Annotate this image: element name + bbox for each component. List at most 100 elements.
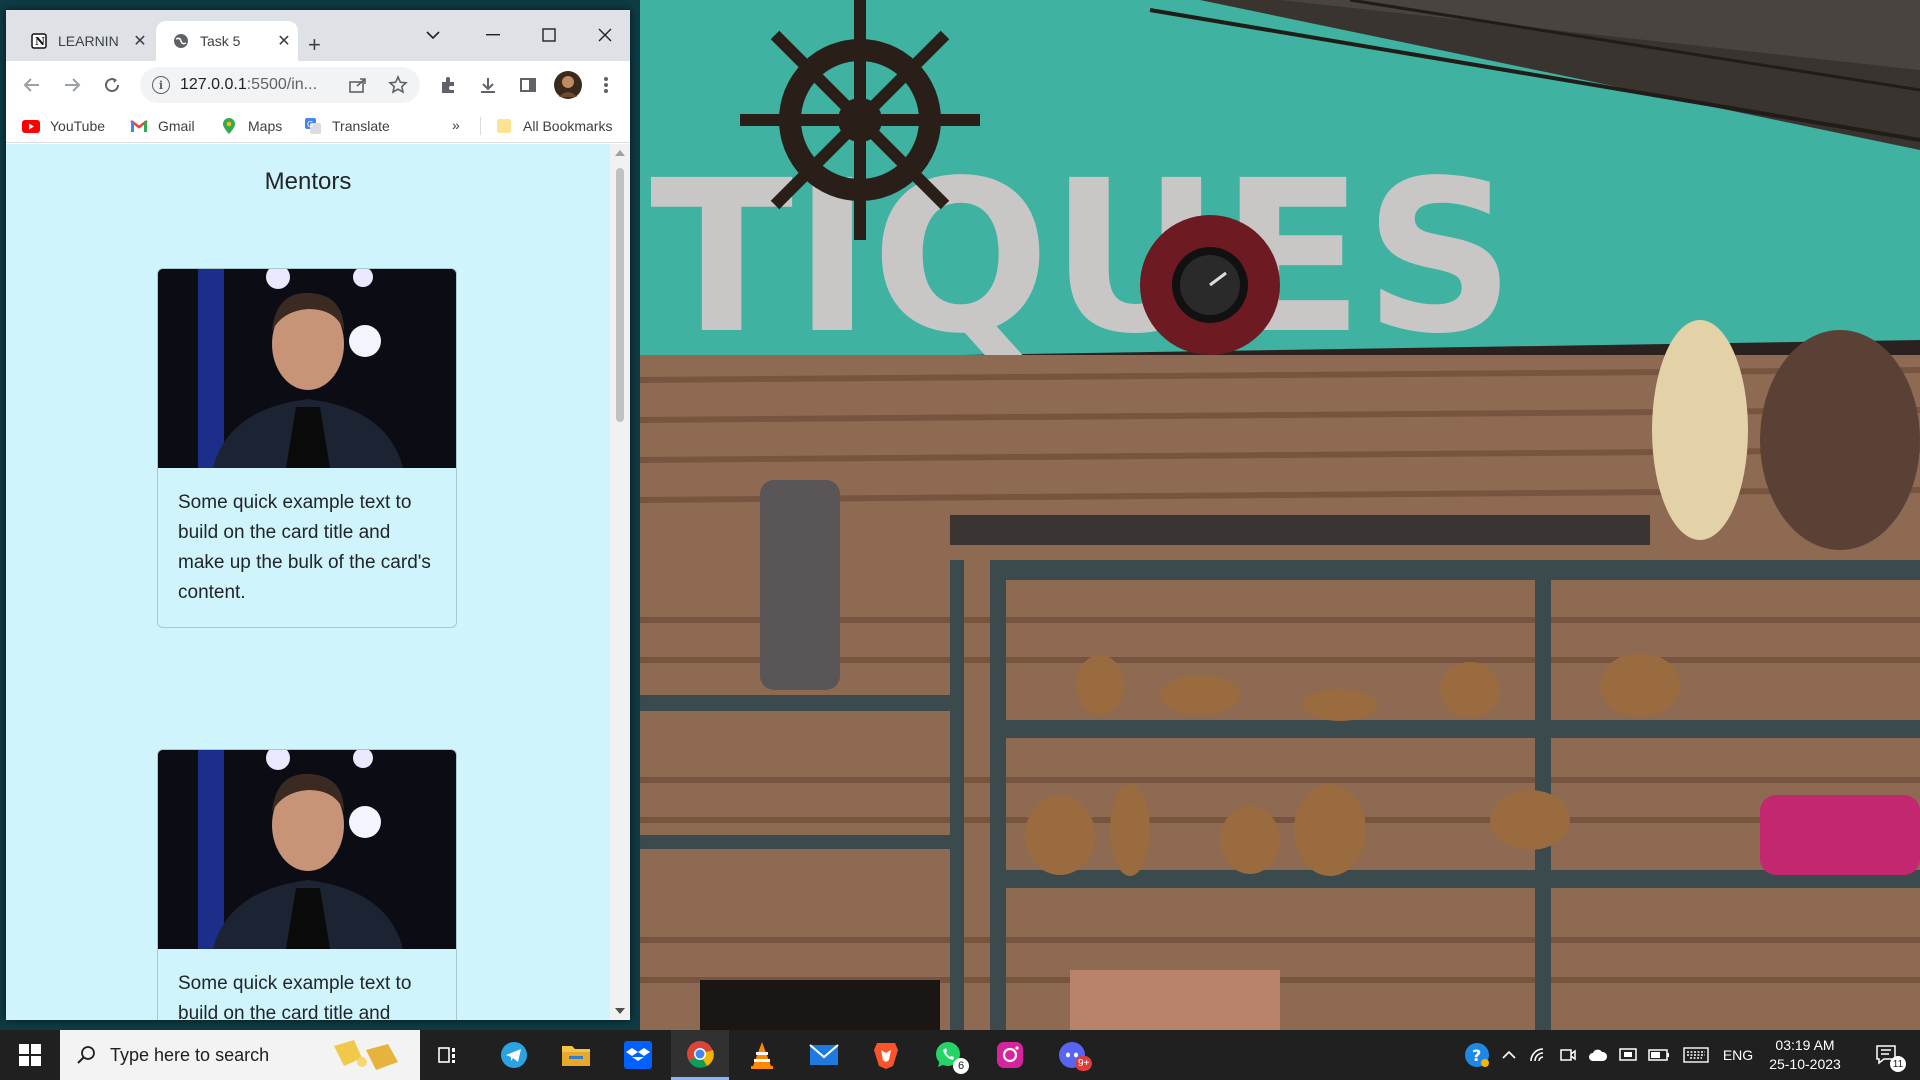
forward-icon[interactable] [60,73,84,97]
discord-app[interactable]: 9+ [1043,1030,1101,1080]
vlc-app[interactable] [733,1030,791,1080]
notion-icon: N [30,32,48,50]
ship-wheel [740,0,980,240]
maximize-icon[interactable] [526,20,572,50]
search-highlight-illustration-icon [334,1040,398,1070]
chrome-icon [687,1040,714,1068]
gmail-icon [130,117,148,135]
touch-keyboard-icon[interactable] [1680,1030,1712,1080]
show-hidden-icons-chevron[interactable] [1498,1030,1520,1080]
page-scrollbar[interactable] [610,144,630,1020]
mentor-card: Some quick example text to build on the … [157,749,457,1020]
close-tab-icon[interactable]: ✕ [270,31,298,51]
chrome-app[interactable] [671,1030,729,1080]
search-icon [77,1046,95,1064]
bookmark-translate[interactable]: G Translate [304,117,390,135]
close-window-icon[interactable] [582,20,628,50]
svg-text:N: N [35,35,45,48]
notification-center-button[interactable]: 11 [1862,1030,1912,1080]
brave-app[interactable] [857,1030,915,1080]
minimize-icon[interactable] [470,20,516,50]
mail-icon [809,1044,839,1065]
sign-text: TIQUES [650,135,1515,380]
tab-learning[interactable]: N LEARNIN ✕ [14,21,154,61]
bookmark-star-icon[interactable] [386,73,410,97]
browser-toolbar: i 127.0.0.1:5500/in... [6,61,630,109]
battery-icon[interactable] [1646,1030,1672,1080]
telegram-icon [501,1042,527,1068]
notification-count-badge: 11 [1890,1056,1906,1072]
side-panel-icon[interactable] [516,73,540,97]
bookmark-maps[interactable]: Maps [220,117,282,135]
scroll-down-arrow-icon[interactable] [615,1008,625,1014]
mail-app[interactable] [795,1030,853,1080]
close-tab-icon[interactable]: ✕ [126,31,154,51]
menu-kebab-icon[interactable] [594,73,618,97]
browser-window: N LEARNIN ✕ Task 5 ✕ + i 127.0.0.1:5500/… [6,10,630,1020]
bookmark-gmail[interactable]: Gmail [130,117,195,135]
tab-title: LEARNIN [58,33,119,49]
whatsapp-badge: 6 [953,1058,969,1074]
reload-icon[interactable] [100,73,124,97]
task-view-button[interactable] [420,1030,478,1080]
folder-icon [562,1046,590,1066]
all-bookmarks-folder[interactable]: All Bookmarks [480,117,612,135]
page-title: Mentors [264,168,352,195]
maps-icon [220,117,238,135]
dropbox-app[interactable] [609,1030,667,1080]
extensions-icon[interactable] [436,73,460,97]
scrollbar-thumb[interactable] [616,168,624,422]
start-button[interactable] [0,1030,60,1080]
file-explorer-app[interactable] [547,1030,605,1080]
bookmarks-bar: YouTube Gmail Maps G Translate » All Boo… [6,109,630,143]
discord-badge: 9+ [1075,1056,1093,1071]
url-text: 127.0.0.1:5500/in... [180,76,318,93]
taskbar-search-box[interactable]: Type here to search [60,1030,420,1080]
tab-search-icon[interactable] [410,20,456,50]
brave-lion-icon [874,1043,898,1069]
site-info-icon[interactable]: i [152,76,170,94]
share-icon[interactable] [346,73,370,97]
svg-text:?: ? [1472,1046,1481,1065]
bookmarks-overflow-chevron[interactable]: » [452,117,460,133]
vlc-cone-icon [751,1042,773,1069]
address-bar[interactable]: i 127.0.0.1:5500/in... [140,67,420,103]
mentor-photo [158,750,456,949]
download-icon[interactable] [476,73,500,97]
tab-strip: N LEARNIN ✕ Task 5 ✕ + [6,10,630,61]
tab-title: Task 5 [200,33,241,49]
bookmark-youtube[interactable]: YouTube [22,117,105,135]
profile-avatar[interactable] [554,71,582,99]
new-tab-icon[interactable]: + [308,32,321,58]
task-view-icon [438,1047,455,1063]
instagram-icon [997,1042,1023,1068]
system-clock[interactable]: 03:19 AM 25-10-2023 [1760,1036,1850,1074]
dropbox-icon [624,1041,652,1069]
tab-task-5[interactable]: Task 5 ✕ [156,21,298,61]
svg-text:G: G [307,120,313,129]
scroll-up-arrow-icon[interactable] [615,150,625,156]
card-text: Some quick example text to build on the … [178,973,412,1020]
network-wifi-icon[interactable] [1526,1030,1550,1080]
display-project-icon[interactable] [1616,1030,1640,1080]
onedrive-cloud-icon[interactable] [1586,1030,1610,1080]
windows-logo-icon [19,1044,41,1066]
search-placeholder: Type here to search [110,1044,270,1065]
globe-icon [172,32,190,50]
back-icon[interactable] [20,73,44,97]
mentor-card: Some quick example text to build on the … [157,268,457,628]
youtube-icon [22,117,40,135]
clock-date: 25-10-2023 [1769,1056,1841,1072]
meet-now-icon[interactable] [1556,1030,1580,1080]
translate-icon: G [304,117,322,135]
clock-time: 03:19 AM [1775,1037,1835,1053]
language-indicator[interactable]: ENG [1718,1030,1758,1080]
mentor-photo [158,269,456,468]
whatsapp-app[interactable]: 6 [919,1030,977,1080]
folder-icon [495,117,513,135]
telegram-app[interactable] [485,1030,543,1080]
page-viewport: Mentors Some quick example text to build… [6,144,610,1020]
windows-taskbar: Type here to search 6 9+ ? ENG 03:19 AM … [0,1030,1920,1080]
help-icon[interactable]: ? [1462,1030,1492,1080]
instagram-app[interactable] [981,1030,1039,1080]
